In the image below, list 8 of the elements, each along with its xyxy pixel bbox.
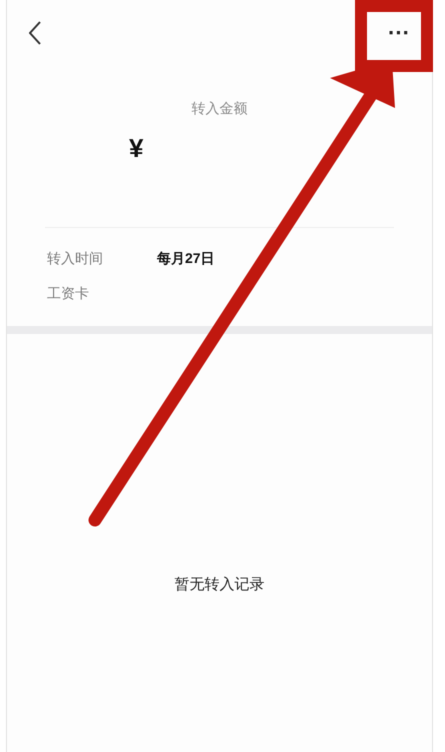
detail-label: 转入时间 [47,249,104,268]
more-button[interactable]: ··· [388,23,410,43]
amount-label: 转入金额 [192,99,248,118]
detail-value: 每月27日 [157,249,215,268]
back-icon [29,21,41,45]
currency-symbol: ¥ [129,133,144,163]
detail-label: 工资卡 [47,284,90,303]
empty-state-message: 暂无转入记录 [174,575,264,595]
